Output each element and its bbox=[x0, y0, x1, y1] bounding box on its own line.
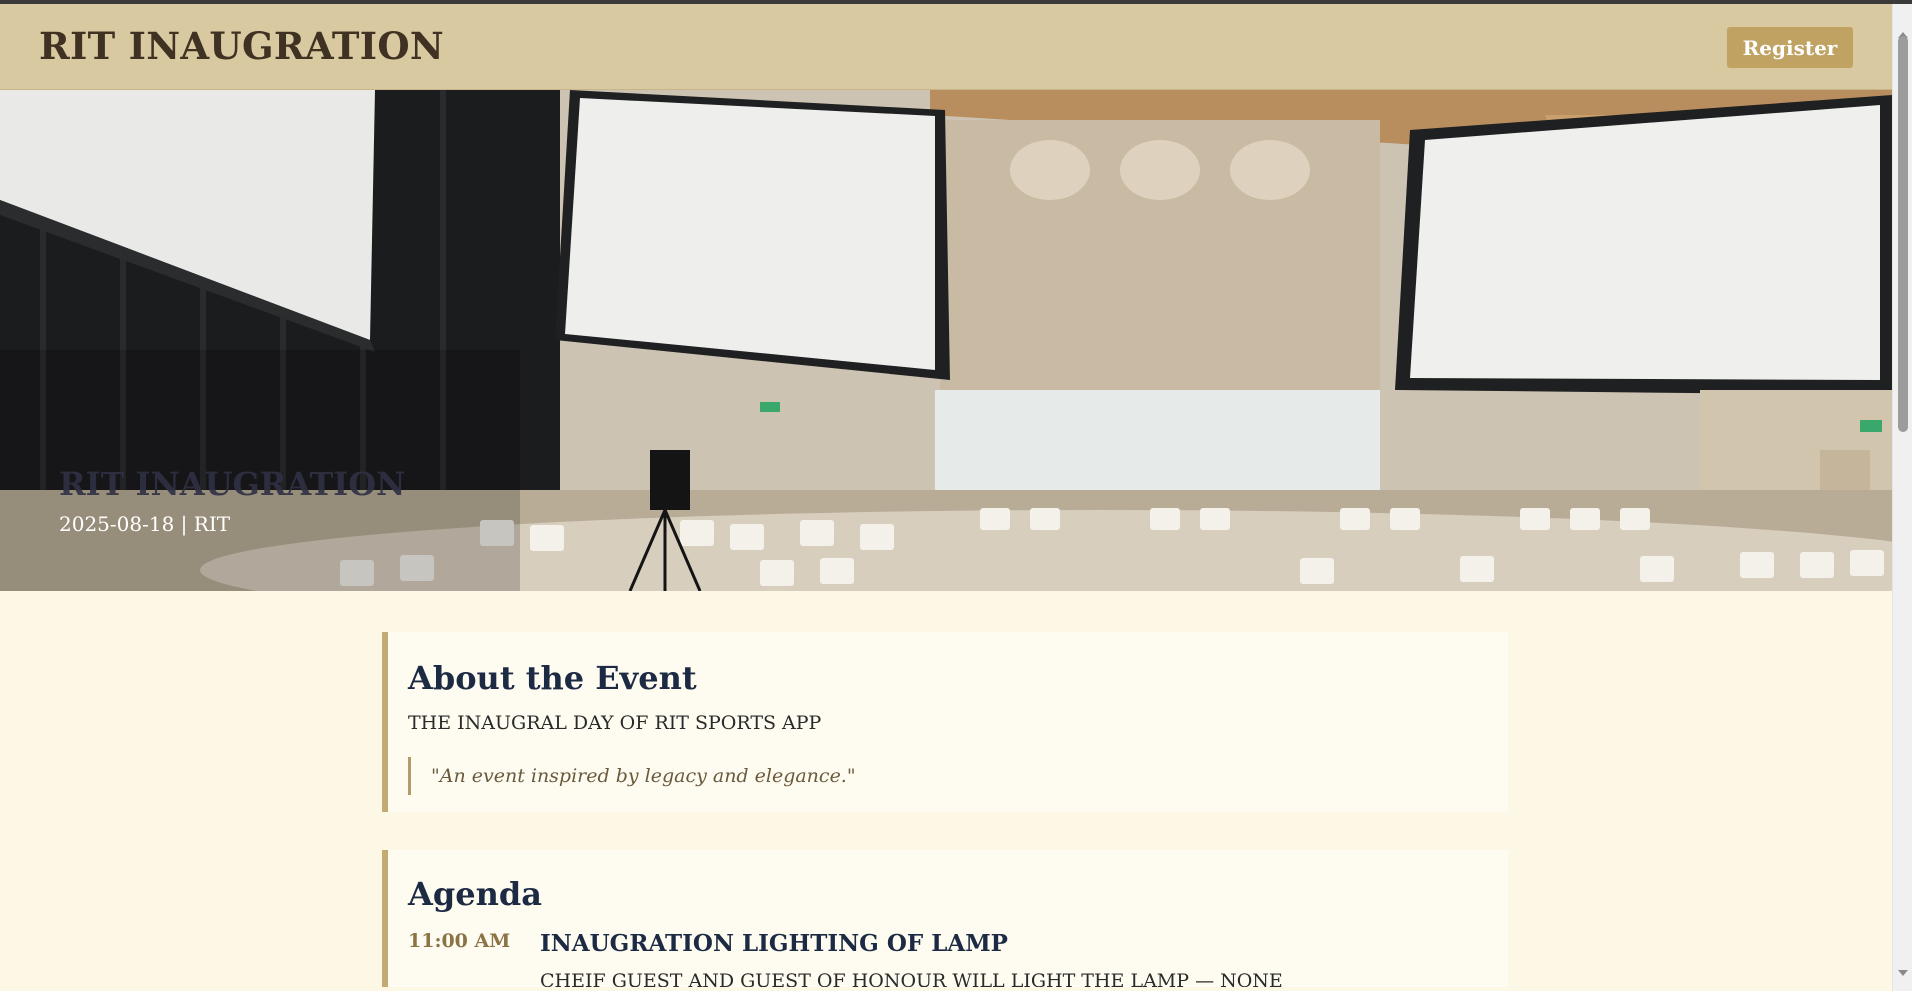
agenda-item-time: 11:00 AM bbox=[408, 930, 511, 952]
hero-title: RIT INAUGRATION bbox=[59, 465, 406, 503]
hero-banner: RIT INAUGRATION 2025-08-18 | RIT bbox=[0, 90, 1892, 591]
scroll-down-arrow-icon[interactable] bbox=[1898, 970, 1908, 976]
agenda-section: Agenda 11:00 AM INAUGRATION LIGHTING OF … bbox=[382, 850, 1508, 987]
agenda-item-title: INAUGRATION LIGHTING OF LAMP bbox=[540, 930, 1008, 957]
browser-window: RIT INAUGRATION Register RIT INAUGRATION… bbox=[0, 4, 1912, 991]
agenda-heading: Agenda bbox=[408, 875, 542, 913]
hero-image bbox=[0, 90, 1892, 591]
about-description: THE INAUGRAL DAY OF RIT SPORTS APP bbox=[408, 712, 822, 734]
about-heading: About the Event bbox=[408, 659, 697, 697]
page-viewport: RIT INAUGRATION Register RIT INAUGRATION… bbox=[0, 4, 1892, 987]
site-title: RIT INAUGRATION bbox=[39, 24, 444, 68]
about-quote: "An event inspired by legacy and eleganc… bbox=[408, 757, 856, 795]
vertical-scrollbar[interactable] bbox=[1892, 4, 1912, 991]
agenda-item-description: CHEIF GUEST AND GUEST OF HONOUR WILL LIG… bbox=[540, 970, 1283, 987]
scrollbar-thumb[interactable] bbox=[1898, 36, 1908, 432]
register-button[interactable]: Register bbox=[1727, 27, 1853, 68]
about-section: About the Event THE INAUGRAL DAY OF RIT … bbox=[382, 632, 1508, 812]
site-header: RIT INAUGRATION Register bbox=[0, 4, 1892, 90]
hero-date-location: 2025-08-18 | RIT bbox=[59, 512, 231, 536]
